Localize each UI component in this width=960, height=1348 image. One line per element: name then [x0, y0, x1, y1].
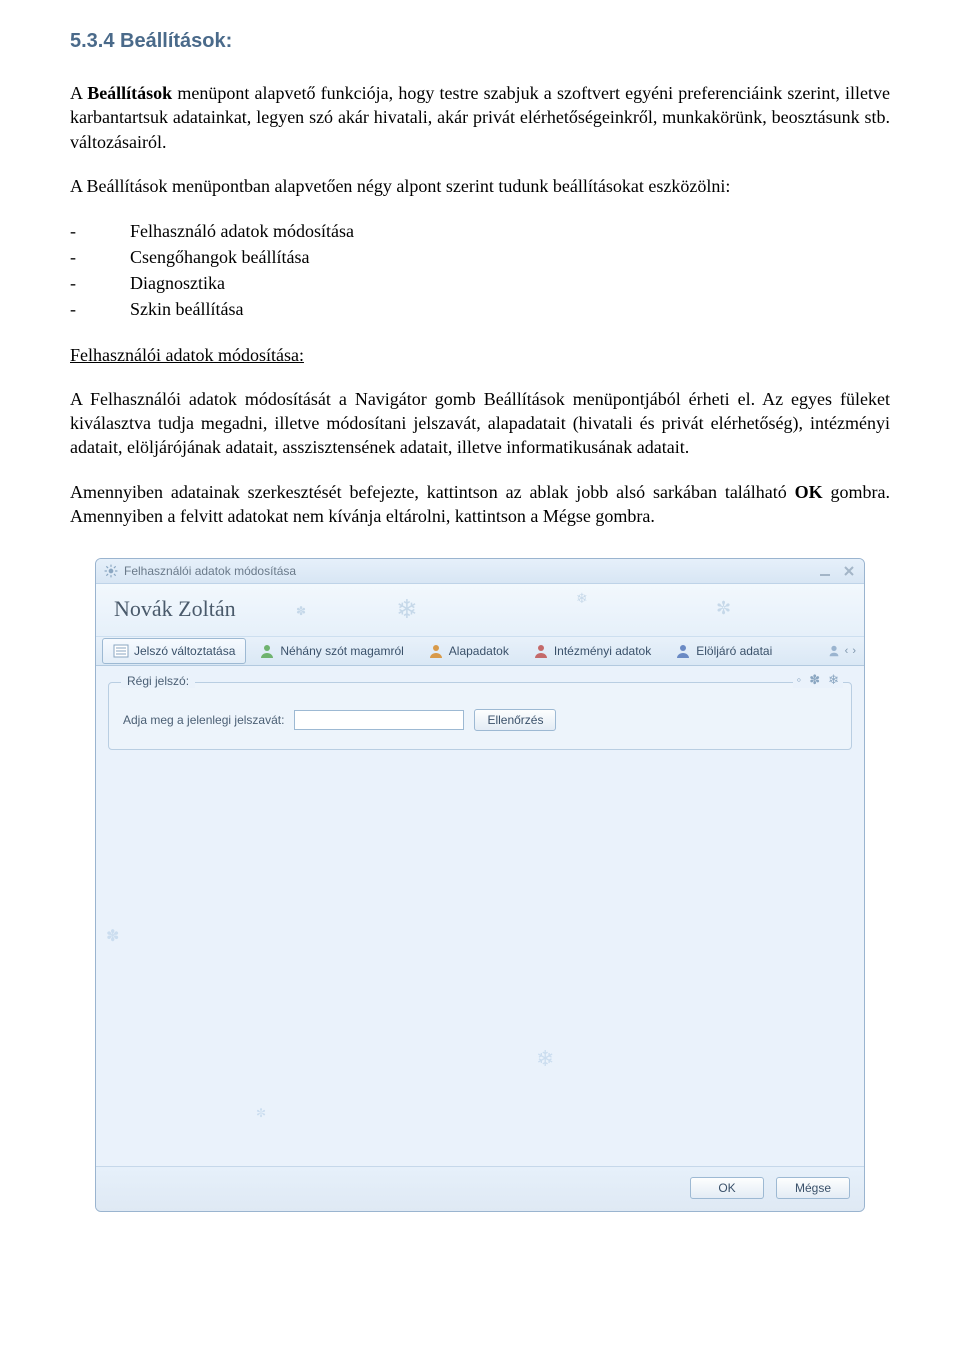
- password-label: Adja meg a jelenlegi jelszavát:: [123, 713, 284, 727]
- person-icon: [675, 643, 691, 659]
- tab-label: Jelszó változtatása: [134, 644, 235, 658]
- tab-basic-data[interactable]: Alapadatok: [417, 638, 520, 664]
- subheading: Felhasználói adatok módosítása:: [70, 343, 890, 367]
- verify-button[interactable]: Ellenőrzés: [474, 709, 556, 731]
- gear-icon: [104, 564, 118, 578]
- snowflake-icon: ✽: [809, 672, 820, 688]
- snowflake-icon: ❄: [536, 1046, 554, 1072]
- snowflake-icon: ❄: [828, 672, 839, 688]
- tab-about-me[interactable]: Néhány szót magamról: [248, 638, 414, 664]
- ok-button[interactable]: OK: [690, 1177, 764, 1199]
- person-icon: [428, 643, 444, 659]
- tab-bar: Jelszó változtatása Néhány szót magamról…: [96, 636, 864, 666]
- window-title: Felhasználói adatok módosítása: [124, 564, 818, 578]
- list-item: -Szkin beállítása: [70, 296, 890, 322]
- bullet-list: -Felhasználó adatok módosítása -Csengőha…: [70, 218, 890, 322]
- chevron-left-icon[interactable]: ‹: [845, 645, 849, 657]
- paragraph: Amennyiben adatainak szerkesztését befej…: [70, 480, 890, 529]
- document-body: 5.3.4 Beállítások: A Beállítások menüpon…: [0, 0, 960, 1262]
- paragraph: A Beállítások menüpont alapvető funkciój…: [70, 81, 890, 154]
- list-item: -Csengőhangok beállítása: [70, 244, 890, 270]
- minimize-icon[interactable]: [818, 564, 832, 578]
- app-window: Felhasználói adatok módosítása ❄ ✽ ❄ ✼ N…: [95, 558, 865, 1212]
- ok-bold: OK: [795, 482, 823, 502]
- chevron-right-icon[interactable]: ›: [852, 645, 856, 657]
- tab-institution-data[interactable]: Intézményi adatok: [522, 638, 662, 664]
- dialog-footer: OK Mégse: [96, 1166, 864, 1211]
- tab-label: Intézményi adatok: [554, 644, 651, 658]
- user-display-name: Novák Zoltán: [114, 596, 846, 622]
- group-top-icons: ◦ ✽ ❄: [793, 672, 843, 688]
- tab-supervisor-data[interactable]: Elöljáró adatai: [664, 638, 783, 664]
- cancel-button[interactable]: Mégse: [776, 1177, 850, 1199]
- paragraph: A Felhasználói adatok módosítását a Navi…: [70, 387, 890, 460]
- current-password-input[interactable]: [294, 710, 464, 730]
- person-icon: [533, 643, 549, 659]
- tab-password-change[interactable]: Jelszó változtatása: [102, 638, 246, 664]
- content-area: ❄ ✽ ❄ ✼ Régi jelszó: ◦ ✽ ❄ Adja meg a je…: [96, 666, 864, 1166]
- window-controls: [818, 564, 856, 578]
- close-icon[interactable]: [842, 564, 856, 578]
- snowflake-icon: ✼: [256, 1106, 266, 1120]
- person-icon: [259, 643, 275, 659]
- group-legend: Régi jelszó:: [121, 674, 195, 688]
- titlebar: Felhasználói adatok módosítása: [96, 559, 864, 584]
- header-band: ❄ ✽ ❄ ✼ Novák Zoltán: [96, 584, 864, 636]
- snowflake-icon: ✽: [106, 926, 119, 946]
- term-bold: Beállítások: [87, 83, 172, 103]
- section-title: 5.3.4 Beállítások:: [70, 30, 890, 53]
- old-password-group: Régi jelszó: ◦ ✽ ❄ Adja meg a jelenlegi …: [108, 682, 852, 750]
- tab-scroll-controls: ‹ ›: [827, 644, 858, 658]
- tab-label: Elöljáró adatai: [696, 644, 772, 658]
- paragraph: A Beállítások menüpontban alapvetően nég…: [70, 174, 890, 198]
- tab-label: Alapadatok: [449, 644, 509, 658]
- tab-label: Néhány szót magamról: [280, 644, 403, 658]
- screenshot-container: Felhasználói adatok módosítása ❄ ✽ ❄ ✼ N…: [70, 548, 890, 1242]
- list-item: -Felhasználó adatok módosítása: [70, 218, 890, 244]
- list-item: -Diagnosztika: [70, 270, 890, 296]
- dot-icon: ◦: [797, 672, 802, 688]
- password-row: Adja meg a jelenlegi jelszavát: Ellenőrz…: [123, 709, 837, 731]
- person-small-icon[interactable]: [827, 644, 841, 658]
- list-icon: [113, 643, 129, 659]
